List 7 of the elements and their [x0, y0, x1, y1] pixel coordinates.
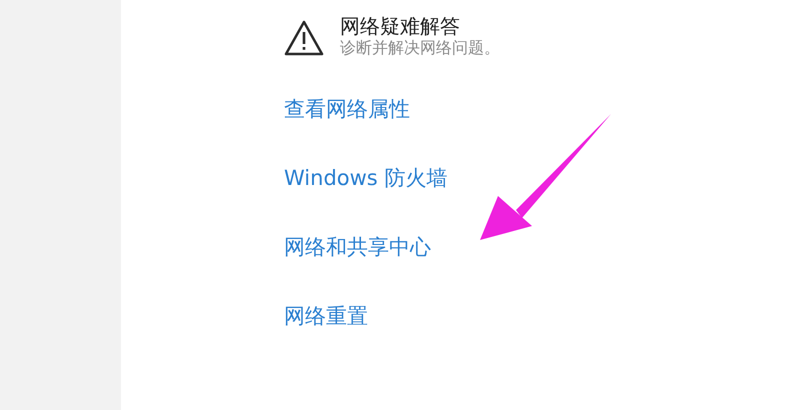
- troubleshoot-title[interactable]: 网络疑难解答: [340, 14, 500, 38]
- settings-link[interactable]: 网络重置: [284, 304, 368, 330]
- settings-link[interactable]: 网络和共享中心: [284, 235, 431, 260]
- settings-link[interactable]: 查看网络属性: [284, 96, 410, 122]
- warning-icon: [284, 20, 324, 56]
- troubleshoot-description: 诊断并解决网络问题。: [340, 38, 500, 59]
- settings-link[interactable]: Windows 防火墙: [284, 166, 448, 192]
